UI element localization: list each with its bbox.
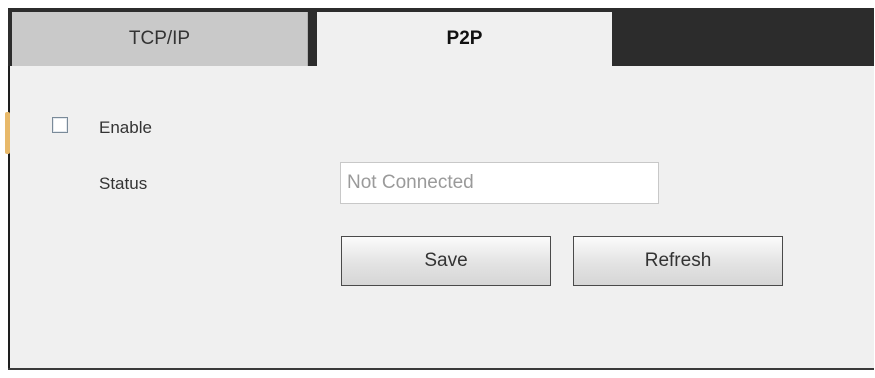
refresh-button[interactable]: Refresh: [573, 236, 783, 286]
tab-tcpip[interactable]: TCP/IP: [12, 12, 308, 66]
status-field[interactable]: [340, 162, 659, 204]
enable-label: Enable: [99, 118, 152, 137]
save-button[interactable]: Save: [341, 236, 551, 286]
tab-p2p[interactable]: P2P: [317, 12, 612, 66]
tab-tcpip-label: TCP/IP: [128, 28, 191, 49]
panel-bottom-border: [8, 368, 874, 370]
enable-checkbox[interactable]: [52, 117, 68, 133]
tab-bar: TCP/IP P2P: [8, 8, 874, 66]
status-label: Status: [99, 174, 148, 193]
left-edge-accent: [5, 112, 10, 154]
tab-p2p-label: P2P: [446, 28, 483, 49]
